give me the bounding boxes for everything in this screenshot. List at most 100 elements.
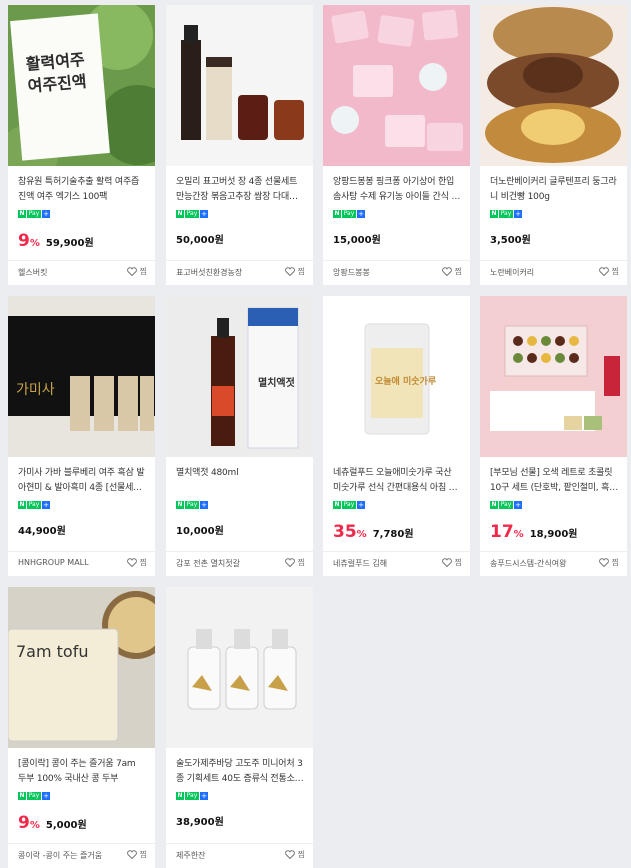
npay-badge: N Pay + <box>333 210 365 218</box>
like-button[interactable]: 찜 <box>126 266 147 277</box>
price: 18,900원 <box>529 529 578 540</box>
npay-badge: N Pay + <box>18 210 50 218</box>
heart-icon <box>598 267 609 276</box>
price: 7,780원 <box>372 529 414 540</box>
like-button[interactable]: 찜 <box>284 266 305 277</box>
seller-name[interactable]: 송푸드시스템-간식여왕 <box>490 558 590 569</box>
card-footer: 헬스버킷 찜 <box>8 260 155 285</box>
product-card[interactable]: 오밀리 표고버섯 장 4종 선물세트 만능간장 볶음고추장 쌈장 다대… N Pa… <box>166 5 313 285</box>
product-title[interactable]: 가미사 가바 블루베리 여주 흑삼 발아현미 & 발아흑미 4종 [선물세… <box>18 466 146 496</box>
product-card[interactable]: 더노란베이커리 글루텐프리 둥그라니 비건빵 100g N Pay + 3,500원… <box>480 5 627 285</box>
seller-name[interactable]: 앙팡드봉봉 <box>333 267 433 278</box>
seller-name[interactable]: HNHGROUP MALL <box>18 558 118 567</box>
price-line: 9% 59,900원 <box>18 231 94 251</box>
like-button[interactable]: 찜 <box>284 849 305 860</box>
svg-text:멸치액젓: 멸치액젓 <box>258 376 295 389</box>
discount-rate: 9% <box>18 231 40 251</box>
product-title[interactable]: [부모님 선물] 오색 레트로 초콜릿 10구 세트 (단호박, 팥인절미, 흑… <box>490 466 618 496</box>
product-card[interactable]: 술도가제주바당 고도주 미니어처 3종 기획세트 40도 증류식 전통소… NP… <box>166 587 313 868</box>
product-card[interactable]: [부모님 선물] 오색 레트로 초콜릿 10구 세트 (단호박, 팥인절미, 흑… <box>480 296 627 576</box>
price-line: 50,000원 <box>176 231 224 246</box>
product-card[interactable]: 7am tofu [콩이락] 콩이 주는 즐거움 7am 두부 100% 국내산… <box>8 587 155 868</box>
product-image[interactable]: 오늘애 미숫가루 <box>323 296 470 457</box>
price-line: 17% 18,900원 <box>490 522 578 542</box>
price: 5,000원 <box>45 820 87 831</box>
svg-text:가미사: 가미사 <box>16 382 55 398</box>
product-image[interactable]: 멸치액젓 <box>166 296 313 457</box>
price-line: 35% 7,780원 <box>333 522 414 542</box>
price: 3,500원 <box>490 235 531 246</box>
price: 59,900원 <box>45 238 94 249</box>
card-footer: 콩이락 -콩이 주는 즐거움 찜 <box>8 843 155 868</box>
npay-badge: N Pay + <box>18 501 50 509</box>
like-button[interactable]: 찜 <box>126 557 147 568</box>
product-image[interactable] <box>166 5 313 166</box>
product-title[interactable]: 멸치액젓 480ml <box>176 466 304 496</box>
card-footer: 표고버섯친환경농장 찜 <box>166 260 313 285</box>
card-footer: 송푸드시스템-간식여왕 찜 <box>480 551 627 576</box>
like-button[interactable]: 찜 <box>441 266 462 277</box>
product-image[interactable]: 가미사 <box>8 296 155 457</box>
price-line: 44,900원 <box>18 522 66 537</box>
like-button[interactable]: 찜 <box>126 849 147 860</box>
price-line: 38,900원 <box>176 813 224 828</box>
heart-icon <box>598 558 609 567</box>
heart-icon <box>441 267 452 276</box>
discount-rate: 9% <box>18 813 40 833</box>
heart-icon <box>284 558 295 567</box>
discount-rate: 17% <box>490 522 524 542</box>
like-button[interactable]: 찜 <box>598 266 619 277</box>
npay-badge: N Pay + <box>176 501 208 509</box>
svg-text:7am tofu: 7am tofu <box>16 642 89 661</box>
npay-badge: N Pay + <box>490 210 522 218</box>
seller-name[interactable]: 네츄럴푸드 김해 <box>333 558 433 569</box>
discount-rate: 35% <box>333 522 367 542</box>
like-button[interactable]: 찜 <box>441 557 462 568</box>
product-card[interactable]: 가미사 가미사 가바 블루베리 여주 흑삼 발아현미 & 발아흑미 4종 [선물… <box>8 296 155 576</box>
product-title[interactable]: 참유원 특허기술추출 활력 여주즙 진액 여주 엑기스 100팩 <box>18 175 146 205</box>
price-line: 10,000원 <box>176 522 224 537</box>
price: 15,000원 <box>333 235 381 246</box>
card-footer: 네츄럴푸드 김해 찜 <box>323 551 470 576</box>
product-card[interactable]: 오늘애 미숫가루 네츄럴푸드 오늘애미숫가루 국산 미숫가루 선식 간편대용식 … <box>323 296 470 576</box>
seller-name[interactable]: 표고버섯친환경농장 <box>176 267 276 278</box>
product-title[interactable]: 술도가제주바당 고도주 미니어처 3종 기획세트 40도 증류식 전통소… <box>176 757 304 787</box>
heart-icon <box>126 558 137 567</box>
product-image[interactable]: 활력여주 여주진액 <box>8 5 155 166</box>
product-title[interactable]: 네츄럴푸드 오늘애미숫가루 국산 미숫가루 선식 간편대용식 아침 … <box>333 466 461 496</box>
heart-icon <box>284 850 295 859</box>
product-card[interactable]: 멸치액젓 멸치액젓 480ml N Pay + 10,000원 감포 전촌 멸치젓갈… <box>166 296 313 576</box>
product-image[interactable] <box>166 587 313 748</box>
npay-badge: N Pay + <box>18 792 50 800</box>
product-title[interactable]: 앙팡드봉봉 핑크퐁 아기상어 한입 솜사탕 수제 유기농 아이들 간식 … <box>333 175 461 205</box>
npay-badge: N Pay + <box>176 792 208 800</box>
seller-name[interactable]: 감포 전촌 멸치젓갈 <box>176 558 276 569</box>
price: 44,900원 <box>18 526 66 537</box>
npay-badge: N Pay + <box>333 501 365 509</box>
seller-name[interactable]: 헬스버킷 <box>18 267 118 278</box>
product-title[interactable]: 더노란베이커리 글루텐프리 둥그라니 비건빵 100g <box>490 175 618 205</box>
seller-name[interactable]: 콩이락 -콩이 주는 즐거움 <box>18 850 118 861</box>
product-card[interactable]: 앙팡드봉봉 핑크퐁 아기상어 한입 솜사탕 수제 유기농 아이들 간식 … NP… <box>323 5 470 285</box>
card-footer: 앙팡드봉봉 찜 <box>323 260 470 285</box>
product-title[interactable]: [콩이락] 콩이 주는 즐거움 7am 두부 100% 국내산 콩 두부 <box>18 757 146 787</box>
product-image[interactable] <box>323 5 470 166</box>
product-image[interactable] <box>480 296 627 457</box>
card-footer: HNHGROUP MALL 찜 <box>8 551 155 576</box>
card-footer: 감포 전촌 멸치젓갈 찜 <box>166 551 313 576</box>
price-line: 3,500원 <box>490 231 531 246</box>
seller-name[interactable]: 노란베이커리 <box>490 267 590 278</box>
npay-badge: N Pay + <box>176 210 208 218</box>
product-card[interactable]: 활력여주 여주진액 참유원 특허기술추출 활력 여주즙 진액 여주 엑기스 10… <box>8 5 155 285</box>
product-image[interactable] <box>480 5 627 166</box>
seller-name[interactable]: 제주한잔 <box>176 850 276 861</box>
product-title[interactable]: 오밀리 표고버섯 장 4종 선물세트 만능간장 볶음고추장 쌈장 다대… <box>176 175 304 205</box>
like-button[interactable]: 찜 <box>284 557 305 568</box>
price-line: 15,000원 <box>333 231 381 246</box>
card-footer: 노란베이커리 찜 <box>480 260 627 285</box>
npay-badge: N Pay + <box>490 501 522 509</box>
heart-icon <box>126 267 137 276</box>
heart-icon <box>126 850 137 859</box>
product-image[interactable]: 7am tofu <box>8 587 155 748</box>
like-button[interactable]: 찜 <box>598 557 619 568</box>
